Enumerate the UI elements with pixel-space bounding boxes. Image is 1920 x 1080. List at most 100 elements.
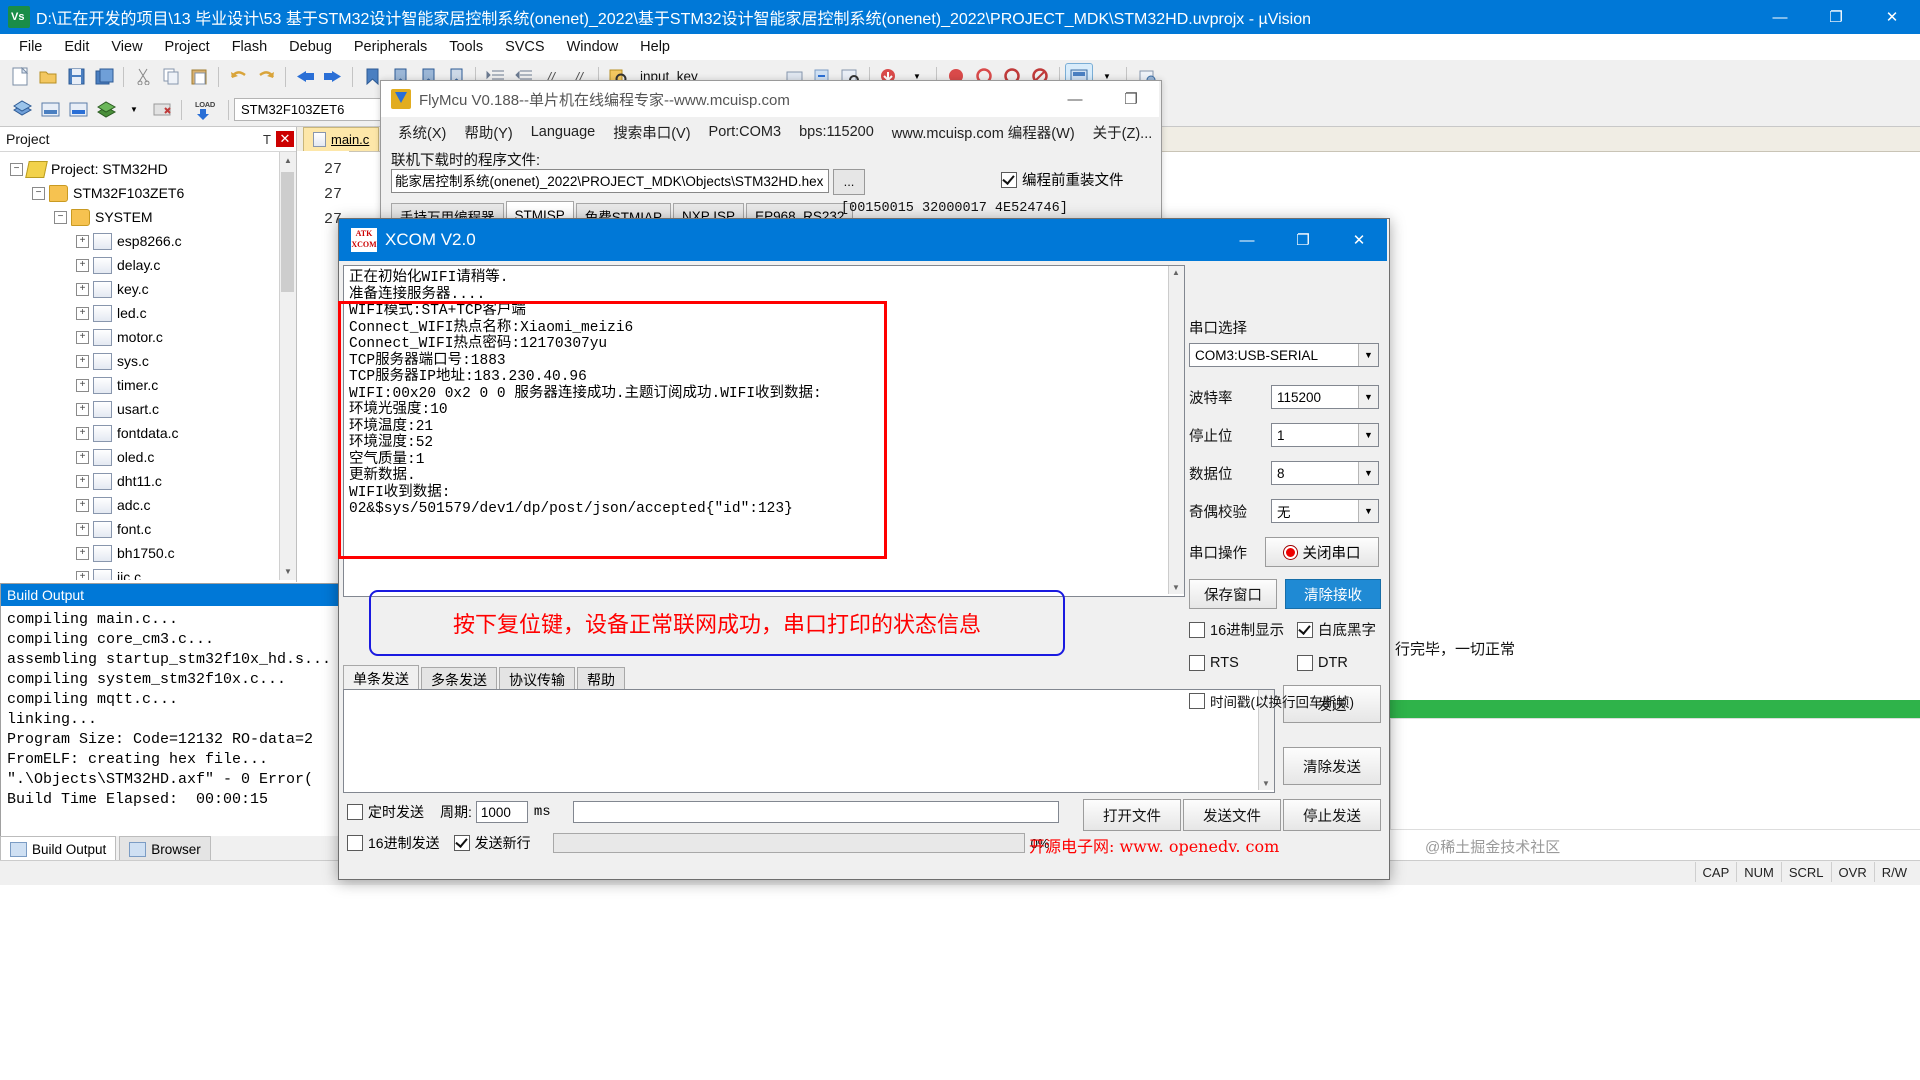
menu-item-tools[interactable]: Tools [438, 36, 494, 58]
collapse-icon[interactable]: − [32, 187, 45, 200]
expand-icon[interactable]: + [76, 475, 89, 488]
flymcu-menu-item-5[interactable]: bps:115200 [790, 121, 883, 143]
checkbox-icon[interactable] [1001, 172, 1017, 188]
expand-icon[interactable]: + [76, 307, 89, 320]
pin-icon[interactable]: Τ [258, 132, 276, 147]
baud-select[interactable]: 115200 ▼ [1271, 385, 1379, 409]
expand-icon[interactable]: + [76, 403, 89, 416]
flymcu-menu-item-1[interactable]: 帮助(Y) [455, 119, 521, 146]
open-file-icon[interactable] [35, 64, 61, 89]
hex-display-row[interactable]: 16进制显示 [1189, 619, 1284, 640]
expand-icon[interactable]: + [76, 259, 89, 272]
collapse-icon[interactable]: − [54, 211, 67, 224]
parity-select[interactable]: 无 ▼ [1271, 499, 1379, 523]
menu-item-project[interactable]: Project [154, 36, 221, 58]
navigate-forward-icon[interactable] [320, 64, 346, 89]
menu-item-debug[interactable]: Debug [278, 36, 343, 58]
load-to-flash-icon[interactable]: LOAD [188, 97, 222, 122]
period-input[interactable]: 1000 [476, 801, 528, 823]
xcom-close-button[interactable]: ✕ [1331, 223, 1387, 257]
tree-item-iic-c[interactable]: +iic.c [0, 565, 280, 580]
cut-icon[interactable] [130, 64, 156, 89]
flymcu-hex-path-input[interactable]: 能家居控制系统(onenet)_2022\PROJECT_MDK\Objects… [391, 169, 829, 193]
chevron-down-icon[interactable]: ▼ [1358, 424, 1378, 446]
rts-row[interactable]: RTS [1189, 655, 1239, 671]
tree-item-fontdata-c[interactable]: +fontdata.c [0, 421, 280, 445]
expand-icon[interactable]: + [76, 235, 89, 248]
timed-send-path-input[interactable] [573, 801, 1059, 823]
expand-icon[interactable]: + [76, 451, 89, 464]
checkbox-icon[interactable] [1189, 655, 1205, 671]
xcom-receive-scrollbar[interactable]: ▲ ▼ [1168, 266, 1184, 594]
batch-build-stack-icon[interactable] [93, 97, 119, 122]
xcom-minimize-button[interactable]: — [1219, 223, 1275, 257]
bottom-tab-build-output[interactable]: Build Output [0, 836, 116, 862]
tree-item-key-c[interactable]: +key.c [0, 277, 280, 301]
tree-item-esp8266-c[interactable]: +esp8266.c [0, 229, 280, 253]
flymcu-menu-item-6[interactable]: www.mcuisp.com 编程器(W) [883, 119, 1084, 146]
tree-item-delay-c[interactable]: +delay.c [0, 253, 280, 277]
tree-item-system[interactable]: −SYSTEM [0, 205, 280, 229]
checkbox-icon[interactable] [347, 835, 363, 851]
uvision-maximize-button[interactable]: ❐ [1808, 0, 1864, 34]
undo-icon[interactable] [225, 64, 251, 89]
bottom-tab-browser[interactable]: Browser [119, 836, 211, 862]
build-target-icon[interactable] [37, 97, 63, 122]
flymcu-menu-item-7[interactable]: 关于(Z)... [1084, 119, 1162, 146]
tree-item-project-stm32hd[interactable]: −Project: STM32HD [0, 157, 280, 181]
new-file-icon[interactable] [7, 64, 33, 89]
open-file-button[interactable]: 打开文件 [1083, 799, 1181, 831]
tree-item-adc-c[interactable]: +adc.c [0, 493, 280, 517]
save-icon[interactable] [63, 64, 89, 89]
checkbox-icon[interactable] [1189, 693, 1205, 709]
menu-item-svcs[interactable]: SVCS [494, 36, 556, 58]
timestamp-row[interactable]: 时间戳(以换行回车断帧) [1189, 691, 1354, 711]
scroll-up-icon[interactable]: ▲ [1172, 268, 1180, 277]
chevron-down-icon[interactable]: ▼ [1358, 386, 1378, 408]
expand-icon[interactable]: + [76, 331, 89, 344]
menu-item-peripherals[interactable]: Peripherals [343, 36, 438, 58]
chevron-down-icon[interactable]: ▼ [1358, 462, 1378, 484]
flymcu-menu-item-0[interactable]: 系统(X) [389, 119, 455, 146]
chevron-down-icon[interactable]: ▼ [1358, 344, 1378, 366]
flymcu-browse-button[interactable]: ... [833, 169, 865, 195]
tree-item-led-c[interactable]: +led.c [0, 301, 280, 325]
menu-item-help[interactable]: Help [629, 36, 681, 58]
expand-icon[interactable]: + [76, 379, 89, 392]
scroll-down-icon[interactable]: ▼ [1172, 583, 1180, 592]
stop-build-icon[interactable] [149, 97, 175, 122]
tree-item-motor-c[interactable]: +motor.c [0, 325, 280, 349]
expand-icon[interactable]: + [76, 571, 89, 581]
menu-item-window[interactable]: Window [556, 36, 630, 58]
expand-icon[interactable]: + [76, 427, 89, 440]
flymcu-reload-checkbox[interactable]: 编程前重装文件 [1001, 169, 1124, 190]
tree-item-sys-c[interactable]: +sys.c [0, 349, 280, 373]
expand-icon[interactable]: + [76, 547, 89, 560]
scrollbar-thumb[interactable] [281, 172, 294, 292]
flymcu-minimize-button[interactable]: — [1047, 82, 1103, 116]
scroll-down-icon[interactable]: ▼ [280, 563, 296, 580]
copy-icon[interactable] [158, 64, 184, 89]
tree-item-font-c[interactable]: +font.c [0, 517, 280, 541]
translate-file-icon[interactable] [9, 97, 35, 122]
checkbox-icon[interactable] [1297, 622, 1313, 638]
tree-item-usart-c[interactable]: +usart.c [0, 397, 280, 421]
scroll-up-icon[interactable]: ▲ [280, 152, 296, 169]
menu-item-edit[interactable]: Edit [53, 36, 100, 58]
xcom-send-input[interactable]: ▲ ▼ [343, 689, 1275, 793]
navigate-back-icon[interactable] [292, 64, 318, 89]
redo-icon[interactable] [253, 64, 279, 89]
collapse-icon[interactable]: − [10, 163, 23, 176]
checkbox-icon[interactable] [454, 835, 470, 851]
checkbox-icon[interactable] [347, 804, 363, 820]
menu-item-view[interactable]: View [100, 36, 153, 58]
tree-item-oled-c[interactable]: +oled.c [0, 445, 280, 469]
port-select[interactable]: COM3:USB-SERIAL ▼ [1189, 343, 1379, 367]
xcom-receive-area[interactable]: 正在初始化WIFI请稍等. 准备连接服务器.... WIFI模式:STA+TCP… [343, 265, 1185, 597]
menu-item-file[interactable]: File [8, 36, 53, 58]
close-icon[interactable]: ✕ [276, 131, 294, 147]
dtr-row[interactable]: DTR [1297, 655, 1348, 671]
uvision-minimize-button[interactable]: — [1752, 0, 1808, 34]
target-selector[interactable]: STM32F103ZET6 [234, 98, 388, 121]
paste-icon[interactable] [186, 64, 212, 89]
